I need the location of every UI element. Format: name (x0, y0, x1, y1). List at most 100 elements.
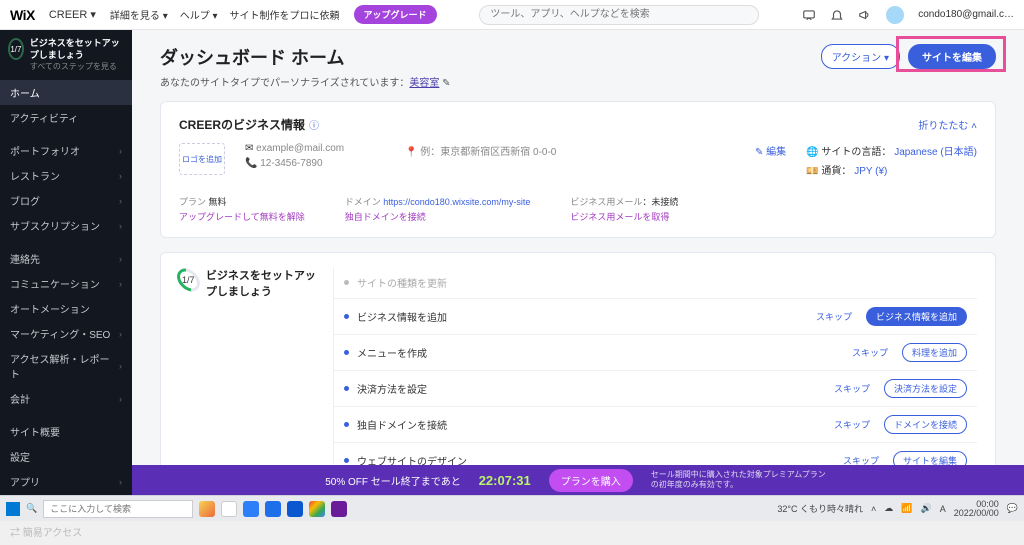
nav-top: ホーム アクティビティ (0, 80, 132, 130)
step-row[interactable]: 独自ドメインを接続スキップドメインを接続 (334, 407, 977, 443)
search-input[interactable] (479, 5, 759, 25)
taskbar-search[interactable] (43, 500, 193, 518)
task-edge-icon[interactable] (265, 501, 281, 517)
step-label: ビジネス情報を追加 (357, 309, 808, 324)
step-skip-link[interactable]: スキップ (852, 346, 888, 359)
nav-accounting[interactable]: 会計› (0, 386, 132, 411)
page-subtitle: あなたのサイトタイプでパーソナライズされています：美容室 ✎ (160, 74, 451, 89)
step-dot-icon (344, 280, 349, 285)
sidebar-setup[interactable]: 1/7 ビジネスをセットアップしましょう すべてのステップを見る (0, 30, 132, 80)
promo-buy-button[interactable]: プランを購入 (549, 469, 633, 492)
upgrade-plan-link[interactable]: アップグレードして無料を解除 (179, 210, 305, 223)
menu-item[interactable]: サイト制作をプロに依頼 (230, 7, 340, 22)
step-row[interactable]: サイトの種類を更新 (334, 267, 977, 299)
step-dot-icon (344, 386, 349, 391)
step-row[interactable]: メニューを作成スキップ料理を追加 (334, 335, 977, 371)
step-action-button[interactable]: 料理を追加 (902, 343, 967, 362)
nav-home[interactable]: ホーム (0, 80, 132, 105)
searchbox (451, 5, 789, 25)
edit-site-button[interactable]: サイトを編集 (908, 44, 996, 69)
site-type-link[interactable]: 美容室 (409, 78, 439, 89)
nav-blog[interactable]: ブログ› (0, 188, 132, 213)
nav-activity[interactable]: アクティビティ (0, 105, 132, 130)
tray-up-icon[interactable]: ˄ (871, 504, 876, 514)
step-skip-link[interactable]: スキップ (816, 310, 852, 323)
user-email[interactable]: condo180@gmail.c… (918, 9, 1014, 20)
promo-countdown: 22:07:31 (479, 473, 531, 488)
task-chrome-icon[interactable] (309, 501, 325, 517)
collapse-link[interactable]: 折りたたむ ˄ (918, 117, 977, 132)
wix-logo[interactable]: WiX (10, 7, 35, 23)
add-logo-button[interactable]: ロゴを追加 (179, 143, 225, 175)
topbar-icons: condo180@gmail.c… (802, 6, 1014, 24)
system-tray[interactable]: 32°C くもり時々晴れ ˄ ☁ 📶 🔊 A 00:00 2022/00/00 … (777, 500, 1018, 518)
steps-title: ビジネスをセットアップしましょう (206, 267, 319, 299)
start-button[interactable] (6, 502, 20, 516)
sidebar-setup-title: ビジネスをセットアップしましょう (30, 38, 124, 61)
tray-onedrive-icon[interactable]: ☁ (884, 503, 893, 514)
task-mail-icon[interactable] (243, 501, 259, 517)
biz-phone: 📞 12-3456-7890 (245, 158, 385, 169)
biz-email: ✉ example@mail.com (245, 143, 385, 154)
promo-fineprint: セール期間中に購入された対象プレミアムプランの初年度のみ有効です。 (651, 470, 831, 489)
top-bar: WiX CREER ▾ 詳細を見る ▾ ヘルプ ▾ サイト制作をプロに依頼 アッ… (0, 0, 1024, 30)
actions-button[interactable]: アクション ▾ (821, 44, 900, 69)
step-skip-link[interactable]: スキップ (834, 418, 870, 431)
menu-item[interactable]: 詳細を見る ▾ (110, 7, 168, 22)
chat-icon[interactable] (802, 8, 816, 22)
sidebar: 1/7 ビジネスをセットアップしましょう すべてのステップを見る ホーム アクテ… (0, 30, 132, 495)
step-action-button[interactable]: ドメインを接続 (884, 415, 967, 434)
bell-icon[interactable] (830, 8, 844, 22)
nav-marketing-seo[interactable]: マーケティング・SEO› (0, 321, 132, 346)
megaphone-icon[interactable] (858, 8, 872, 22)
nav-automation[interactable]: オートメーション (0, 296, 132, 321)
biz-lang: 🌐 サイトの言語： Japanese (日本語) (806, 143, 977, 158)
step-skip-link[interactable]: スキップ (834, 382, 870, 395)
site-switcher[interactable]: CREER ▾ (49, 8, 96, 21)
nav-apps[interactable]: アプリ› (0, 469, 132, 494)
upgrade-button[interactable]: アップグレード (354, 5, 437, 24)
search-icon: 🔍 (26, 503, 37, 514)
nav-portfolio[interactable]: ポートフォリオ› (0, 138, 132, 163)
tray-volume-icon[interactable]: 🔊 (921, 503, 932, 514)
get-mail-link[interactable]: ビジネス用メールを取得 (570, 210, 678, 223)
nav-contacts[interactable]: 連絡先› (0, 246, 132, 271)
windows-taskbar: 🔍 32°C くもり時々晴れ ˄ ☁ 📶 🔊 A 00:00 2022/00/0… (0, 495, 1024, 521)
task-explorer-icon[interactable] (221, 501, 237, 517)
edit-biz-link[interactable]: ✎ 編集 (755, 143, 786, 158)
tray-wifi-icon[interactable]: 📶 (901, 503, 912, 514)
nav-analytics[interactable]: アクセス解析・レポート› (0, 346, 132, 386)
task-store-icon[interactable] (287, 501, 303, 517)
step-row[interactable]: 決済方法を設定スキップ決済方法を設定 (334, 371, 977, 407)
step-action-button[interactable]: ビジネス情報を追加 (866, 307, 967, 326)
steps-list: サイトの種類を更新ビジネス情報を追加スキップビジネス情報を追加メニューを作成スキ… (333, 267, 977, 495)
tray-ime-icon[interactable]: A (940, 504, 946, 514)
nav-mid: ポートフォリオ› レストラン› ブログ› サブスクリプション› (0, 138, 132, 238)
connect-domain-link[interactable]: 独自ドメインを接続 (345, 210, 531, 223)
page-title: ダッシュボード ホーム (160, 44, 451, 70)
step-action-button[interactable]: 決済方法を設定 (884, 379, 967, 398)
nav-settings[interactable]: 設定 (0, 444, 132, 469)
tray-notifications-icon[interactable]: 💬 (1007, 503, 1018, 514)
biz-address: 📍 例：東京都新宿区西新宿 0-0-0 (405, 143, 556, 158)
tray-weather: 32°C くもり時々晴れ (777, 502, 863, 515)
step-dot-icon (344, 314, 349, 319)
steps-progress-ring: 1/7 (173, 264, 205, 296)
nav-subscription[interactable]: サブスクリプション› (0, 213, 132, 238)
page-header: ダッシュボード ホーム あなたのサイトタイプでパーソナライズされています：美容室… (160, 44, 996, 89)
avatar[interactable] (886, 6, 904, 24)
step-dot-icon (344, 422, 349, 427)
task-app-icon[interactable] (331, 501, 347, 517)
quick-access[interactable]: ⇄ 簡易アクセス (0, 517, 132, 545)
step-row[interactable]: ビジネス情報を追加スキップビジネス情報を追加 (334, 299, 977, 335)
nav-communication[interactable]: コミュニケーション› (0, 271, 132, 296)
info-icon[interactable]: ⓘ (309, 121, 319, 132)
nav-mid2: 連絡先› コミュニケーション› オートメーション マーケティング・SEO› アク… (0, 246, 132, 411)
nav-restaurant[interactable]: レストラン› (0, 163, 132, 188)
business-info-card: CREERのビジネス情報ⓘ 折りたたむ ˄ ロゴを追加 ✉ example@ma… (160, 101, 996, 238)
menu-item[interactable]: ヘルプ ▾ (180, 7, 218, 22)
nav-site-overview[interactable]: サイト概要 (0, 419, 132, 444)
sidebar-setup-sub: すべてのステップを見る (30, 61, 124, 72)
task-weather-icon[interactable] (199, 501, 215, 517)
biz-currency: 💴 通貨： JPY (¥) (806, 162, 977, 177)
